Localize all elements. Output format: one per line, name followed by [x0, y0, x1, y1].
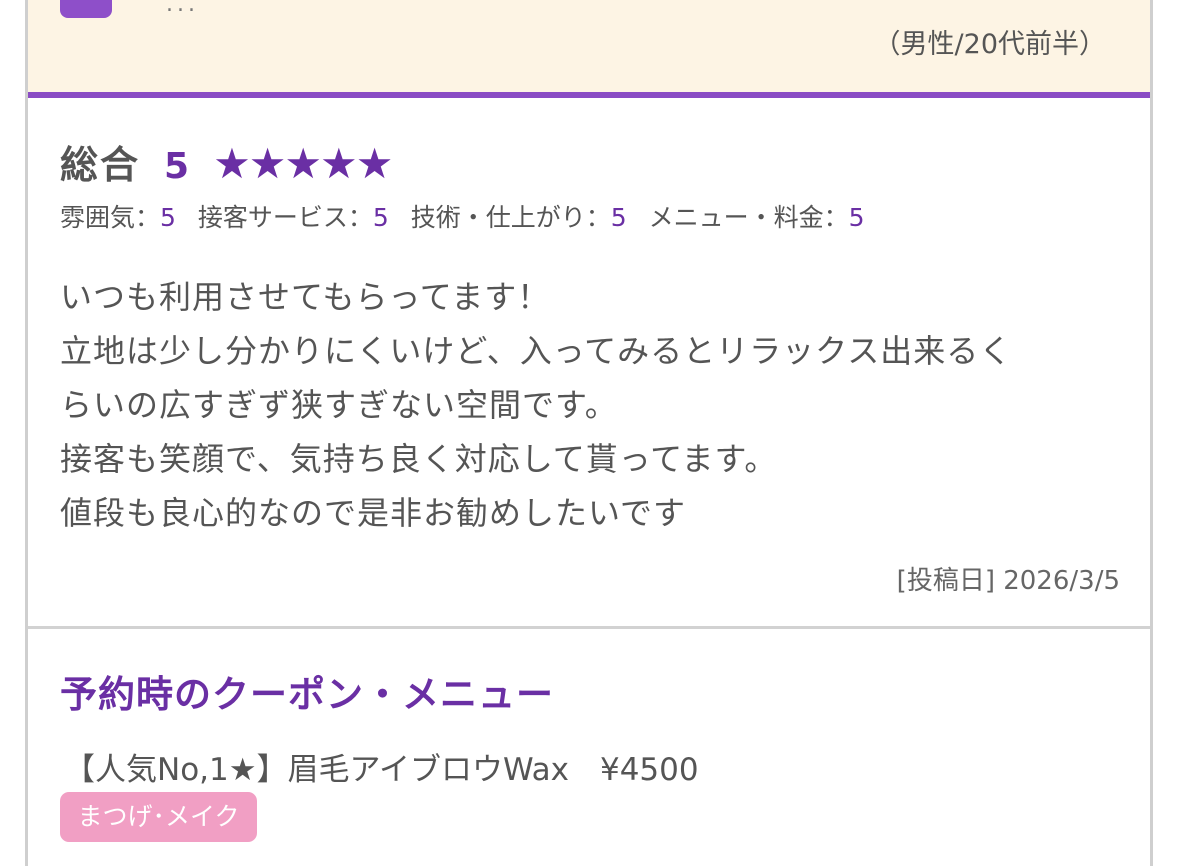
reviewer-name: ...	[166, 0, 199, 17]
user-avatar-icon	[60, 0, 112, 18]
review-section: 総合 5 ★★★★★ 雰囲気：5 接客サービス：5 技術・仕上がり：5 メニュー…	[28, 98, 1150, 628]
overall-score: 5	[164, 146, 190, 187]
review-line: らいの広すぎず狭すぎない空間です。	[60, 386, 618, 424]
sub-rating-label: 接客サービス：	[197, 203, 373, 232]
review-card: ... （男性/20代前半） 総合 5 ★★★★★ 雰囲気：5 接客サービス：5…	[25, 0, 1153, 866]
coupon-menu-item[interactable]: 【人気No,1★】眉毛アイブロウWax ¥4500	[64, 744, 699, 789]
reviewer-attributes: （男性/20代前半）	[873, 29, 1106, 60]
review-line: いつも利用させてもらってます！	[60, 278, 551, 316]
sub-ratings: 雰囲気：5 接客サービス：5 技術・仕上がり：5 メニュー・料金：5	[60, 198, 879, 234]
sub-rating-value: 5	[848, 203, 865, 232]
sub-rating-value: 5	[160, 203, 176, 232]
sub-rating-label: 技術・仕上がり：	[410, 203, 611, 232]
sub-rating-label: 雰囲気：	[60, 203, 161, 232]
post-date: [投稿日] 2026/3/5	[896, 566, 1120, 596]
sub-rating-label: メニュー・料金：	[648, 203, 849, 232]
category-tag: まつげ･メイク	[60, 792, 257, 842]
sub-rating-service: 接客サービス：5	[198, 203, 389, 232]
sub-rating-technique: 技術・仕上がり：5	[411, 203, 627, 232]
sub-rating-menu-price: メニュー・料金：5	[649, 203, 865, 232]
sub-rating-value: 5	[372, 203, 389, 232]
sub-rating-value: 5	[610, 203, 627, 232]
star-rating-icon: ★★★★★	[213, 139, 393, 188]
reviewer-info: ... （男性/20代前半）	[28, 0, 1150, 92]
review-line: 値段も良心的なので是非お勧めしたいです	[60, 494, 687, 532]
review-line: 立地は少し分かりにくいけど、入ってみるとリラックス出来るく	[60, 332, 1013, 370]
section-divider	[28, 626, 1150, 629]
sub-rating-atmosphere: 雰囲気：5	[60, 203, 176, 232]
review-body: いつも利用させてもらってます！ 立地は少し分かりにくいけど、入ってみるとリラック…	[60, 270, 1120, 540]
coupon-section-title: 予約時のクーポン・メニュー	[60, 673, 554, 716]
review-line: 接客も笑顔で、気持ち良く対応して貰ってます。	[60, 440, 778, 478]
overall-label: 総合	[60, 143, 141, 187]
overall-rating: 総合 5 ★★★★★	[60, 134, 393, 189]
